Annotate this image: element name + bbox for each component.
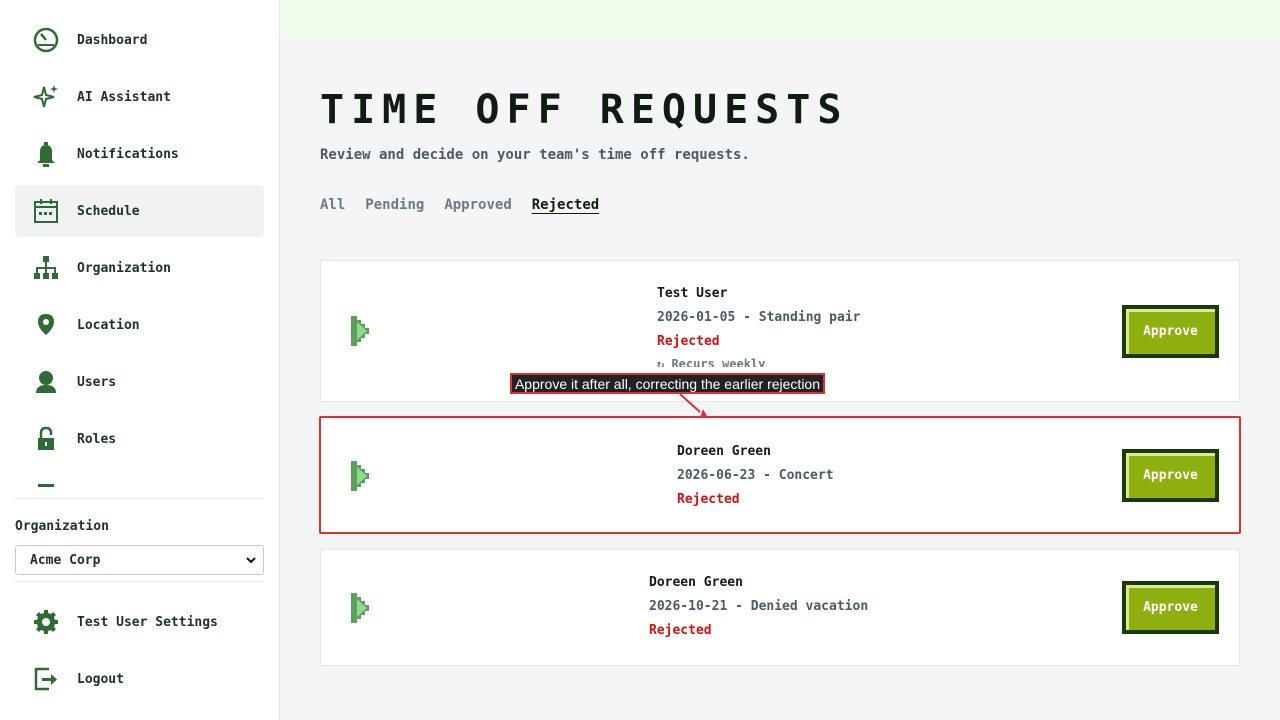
gear-icon [30, 606, 62, 638]
play-flag-icon [351, 593, 369, 623]
location-pin-icon [30, 309, 62, 341]
org-label: Organization [15, 519, 109, 534]
sidebar-item-dashboard[interactable]: Dashboard [15, 14, 264, 66]
request-card-highlighted: Doreen Green 2026-06-23 - Concert Reject… [319, 416, 1241, 534]
chevron-down-icon [246, 557, 256, 564]
tab-approved[interactable]: Approved [444, 197, 511, 213]
divider [15, 581, 264, 582]
sidebar-item-schedule[interactable]: Schedule [15, 185, 264, 237]
request-detail: 2026-01-05 - Standing pair [657, 310, 861, 325]
calendar-icon [30, 195, 62, 227]
dashboard-icon [30, 24, 62, 56]
logout-label: Logout [77, 671, 124, 687]
more-icon [30, 480, 62, 492]
sidebar-item-organization[interactable]: Organization [15, 242, 264, 294]
request-info: Doreen Green 2026-10-21 - Denied vacatio… [649, 575, 868, 638]
request-status: Rejected [677, 492, 740, 507]
tab-pending[interactable]: Pending [365, 197, 424, 213]
logout-icon [30, 663, 62, 695]
page-title: TIME OFF REQUESTS [320, 87, 849, 133]
annotation-arrow-icon [679, 393, 708, 418]
top-band [280, 0, 1280, 40]
user-icon [30, 366, 62, 398]
approve-button[interactable]: Approve [1122, 581, 1219, 634]
request-detail: 2026-10-21 - Denied vacation [649, 599, 869, 614]
request-info: Doreen Green 2026-06-23 - Concert Reject… [677, 444, 834, 507]
requester-name: Test User [657, 286, 728, 301]
settings-link[interactable]: Test User Settings [30, 606, 218, 638]
logout-link[interactable]: Logout [30, 663, 124, 695]
annotation-tooltip: Approve it after all, correcting the ear… [510, 373, 825, 394]
sidebar-item-location[interactable]: Location [15, 299, 264, 351]
play-flag-icon [351, 461, 369, 491]
sidebar-item-label: Users [77, 374, 117, 390]
org-select-value: Acme Corp [30, 552, 101, 568]
approve-button[interactable]: Approve [1122, 449, 1219, 502]
request-info: Test User 2026-01-05 - Standing pair Rej… [657, 286, 861, 367]
requester-name: Doreen Green [649, 575, 743, 590]
sidebar-item-label: Roles [77, 431, 117, 447]
request-status: Rejected [657, 334, 720, 349]
bell-icon [30, 138, 62, 170]
sidebar-item-label: Notifications [77, 146, 179, 162]
play-flag-icon [351, 316, 369, 346]
organization-select[interactable]: Acme Corp [15, 545, 264, 575]
tab-rejected[interactable]: Rejected [532, 197, 599, 213]
divider [15, 498, 264, 499]
sidebar-item-ai-assistant[interactable]: AI Assistant [15, 71, 264, 123]
sidebar-item-label: Organization [77, 260, 171, 276]
sidebar-item-users[interactable]: Users [15, 356, 264, 408]
request-card: Doreen Green 2026-10-21 - Denied vacatio… [320, 549, 1240, 666]
settings-label: Test User Settings [77, 614, 218, 630]
filter-tabs: All Pending Approved Rejected [320, 197, 619, 213]
recurrence-note: ↻ Recurs weekly [657, 357, 766, 367]
approve-button[interactable]: Approve [1122, 305, 1219, 358]
page-subtitle: Review and decide on your team's time of… [320, 147, 750, 163]
request-detail: 2026-06-23 - Concert [677, 468, 834, 483]
sidebar-nav: Dashboard AI Assistant Notifications Sch… [15, 14, 264, 492]
sidebar: Dashboard AI Assistant Notifications Sch… [0, 0, 280, 720]
request-status: Rejected [649, 623, 712, 638]
sidebar-item-label: AI Assistant [77, 89, 171, 105]
sparkle-icon [30, 81, 62, 113]
org-chart-icon [30, 252, 62, 284]
sidebar-item-label: Schedule [77, 203, 140, 219]
tab-all[interactable]: All [320, 197, 345, 213]
sidebar-item-more[interactable] [15, 470, 264, 492]
sidebar-item-label: Dashboard [77, 32, 148, 48]
sidebar-item-roles[interactable]: Roles [15, 413, 264, 465]
requester-name: Doreen Green [677, 444, 771, 459]
sidebar-item-notifications[interactable]: Notifications [15, 128, 264, 180]
lock-icon [30, 423, 62, 455]
sidebar-item-label: Location [77, 317, 140, 333]
